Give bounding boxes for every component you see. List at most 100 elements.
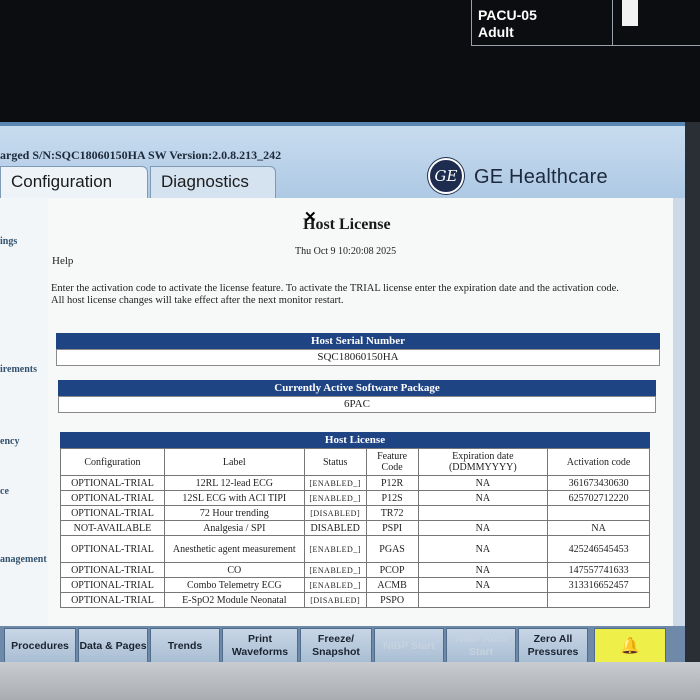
print-waveforms-button[interactable]: Print Waveforms bbox=[222, 628, 298, 664]
cell-activation-code[interactable]: 313316652457 bbox=[547, 577, 650, 593]
freeze-snapshot-button[interactable]: Freeze/ Snapshot bbox=[300, 628, 372, 664]
service-screen: arged S/N:SQC18060150HA SW Version:2.0.8… bbox=[0, 122, 685, 666]
cell-configuration: OPTIONAL-TRIAL bbox=[60, 592, 165, 608]
cell-feature-code: PCOP bbox=[365, 562, 419, 578]
cell-configuration: OPTIONAL-TRIAL bbox=[60, 490, 165, 506]
cell-label: Combo Telemetry ECG bbox=[163, 577, 305, 593]
tab-diagnostics[interactable]: Diagnostics bbox=[150, 166, 276, 198]
cell-status[interactable]: [ENABLED_] bbox=[303, 562, 367, 578]
left-nav: ings irements ency ce anagement bbox=[0, 198, 48, 626]
nibp-start-button[interactable]: NIBP Start bbox=[374, 628, 444, 664]
nav-item-frequency[interactable]: ency bbox=[0, 436, 19, 447]
host-serial-header: Host Serial Number bbox=[56, 333, 660, 349]
cell-label: CO bbox=[163, 562, 305, 578]
cell-expiration-date[interactable]: NA bbox=[417, 475, 549, 491]
nav-item-service[interactable]: ce bbox=[0, 486, 9, 497]
nav-item-settings[interactable]: ings bbox=[0, 236, 17, 247]
cell-feature-code: PGAS bbox=[365, 535, 419, 563]
cell-label: 12RL 12-lead ECG bbox=[163, 475, 305, 491]
instructions: Enter the activation code to activate th… bbox=[51, 283, 671, 307]
cell-status[interactable]: [ENABLED_] bbox=[303, 577, 367, 593]
cell-status[interactable]: [ENABLED_] bbox=[303, 535, 367, 563]
help-link[interactable]: Help bbox=[52, 255, 73, 267]
status-line: arged S/N:SQC18060150HA SW Version:2.0.8… bbox=[0, 148, 282, 162]
table-row[interactable]: OPTIONAL-TRIAL 72 Hour trending [DISABLE… bbox=[60, 505, 650, 521]
cell-configuration: OPTIONAL-TRIAL bbox=[60, 505, 165, 521]
license-table-title: Host License bbox=[60, 432, 650, 448]
alarm-silence-button[interactable]: 🔔 bbox=[594, 628, 666, 664]
cell-configuration: NOT-AVAILABLE bbox=[60, 520, 165, 536]
tab-configuration[interactable]: Configuration bbox=[0, 166, 148, 198]
cell-expiration-date[interactable]: NA bbox=[417, 535, 549, 563]
patient-unit: PACU-05 bbox=[478, 7, 537, 23]
cell-activation-code[interactable]: 625702712220 bbox=[547, 490, 650, 506]
cell-expiration-date[interactable]: NA bbox=[417, 577, 549, 593]
cell-configuration: OPTIONAL-TRIAL bbox=[60, 535, 165, 563]
cell-status[interactable]: [ENABLED_] bbox=[303, 475, 367, 491]
cell-activation-code[interactable] bbox=[547, 505, 650, 521]
monitor-bottom-body bbox=[0, 662, 700, 700]
table-row[interactable]: OPTIONAL-TRIAL Anesthetic agent measurem… bbox=[60, 535, 650, 563]
nav-item-requirements[interactable]: irements bbox=[0, 364, 37, 375]
table-row[interactable]: OPTIONAL-TRIAL E-SpO2 Module Neonatal [D… bbox=[60, 592, 650, 608]
cell-status[interactable]: [ENABLED_] bbox=[303, 490, 367, 506]
cell-label: 72 Hour trending bbox=[163, 505, 305, 521]
data-pages-button[interactable]: Data & Pages bbox=[78, 628, 148, 664]
nav-item-management[interactable]: anagement bbox=[0, 554, 47, 565]
cell-expiration-date[interactable] bbox=[417, 592, 549, 608]
cell-label: Anesthetic agent measurement bbox=[163, 535, 305, 563]
cell-status[interactable]: [DISABLED] bbox=[303, 592, 367, 608]
cell-activation-code[interactable]: 361673430630 bbox=[547, 475, 650, 491]
cell-status[interactable]: [DISABLED] bbox=[303, 505, 367, 521]
cell-configuration: OPTIONAL-TRIAL bbox=[60, 475, 165, 491]
table-row[interactable]: OPTIONAL-TRIAL Combo Telemetry ECG [ENAB… bbox=[60, 577, 650, 593]
license-table-header: Configuration Label Status Feature Code … bbox=[60, 448, 650, 476]
monitor-frame-right bbox=[685, 122, 700, 662]
cell-label: 12SL ECG with ACI TIPI bbox=[163, 490, 305, 506]
indicator-bar bbox=[622, 0, 638, 26]
instructions-line-1: Enter the activation code to activate th… bbox=[51, 283, 619, 294]
instructions-line-2: All host license changes will take effec… bbox=[51, 295, 344, 306]
zero-all-pressures-button[interactable]: Zero All Pressures bbox=[518, 628, 588, 664]
current-date: Thu Oct 9 10:20:08 2025 bbox=[295, 246, 397, 257]
cell-configuration: OPTIONAL-TRIAL bbox=[60, 562, 165, 578]
software-package-value: 6PAC bbox=[58, 396, 656, 413]
col-activation-code: Activation code bbox=[547, 448, 650, 476]
cell-status: DISABLED bbox=[303, 520, 367, 536]
cell-feature-code: PSPO bbox=[365, 592, 419, 608]
cell-expiration-date[interactable]: NA bbox=[417, 562, 549, 578]
cell-expiration-date: NA bbox=[417, 520, 549, 536]
table-row[interactable]: OPTIONAL-TRIAL CO [ENABLED_] PCOP NA 147… bbox=[60, 562, 650, 578]
host-serial-value: SQC18060150HA bbox=[56, 349, 660, 366]
cell-feature-code: P12R bbox=[365, 475, 419, 491]
cell-expiration-date[interactable] bbox=[417, 505, 549, 521]
mouse-cursor-icon: ✕ bbox=[304, 209, 317, 226]
alarm-bell-icon: 🔔 bbox=[620, 637, 640, 655]
brand-name: GE Healthcare bbox=[474, 166, 608, 188]
nibp-auto-start-button[interactable]: NIBP Auto Start bbox=[446, 628, 516, 664]
ge-logo-icon: GE bbox=[428, 158, 464, 194]
cell-expiration-date[interactable]: NA bbox=[417, 490, 549, 506]
trends-button[interactable]: Trends bbox=[150, 628, 220, 664]
header-strip: arged S/N:SQC18060150HA SW Version:2.0.8… bbox=[0, 126, 685, 198]
cell-activation-code: NA bbox=[547, 520, 650, 536]
table-row[interactable]: NOT-AVAILABLE Analgesia / SPI DISABLED P… bbox=[60, 520, 650, 536]
col-configuration: Configuration bbox=[60, 448, 165, 476]
content-panel: Host License ✕ Thu Oct 9 10:20:08 2025 H… bbox=[48, 198, 673, 626]
patient-info-box[interactable]: PACU-05 Adult bbox=[471, 0, 613, 46]
col-expiration-date: Expiration date (DDMMYYYY) bbox=[417, 448, 549, 476]
cell-activation-code[interactable]: 147557741633 bbox=[547, 562, 650, 578]
cell-activation-code[interactable] bbox=[547, 592, 650, 608]
col-label: Label bbox=[163, 448, 305, 476]
license-table: Configuration Label Status Feature Code … bbox=[60, 448, 650, 608]
cell-label: Analgesia / SPI bbox=[163, 520, 305, 536]
col-feature-code: Feature Code bbox=[365, 448, 419, 476]
software-package-header: Currently Active Software Package bbox=[58, 380, 656, 396]
table-row[interactable]: OPTIONAL-TRIAL 12RL 12-lead ECG [ENABLED… bbox=[60, 475, 650, 491]
procedures-button[interactable]: Procedures bbox=[4, 628, 76, 664]
cell-feature-code: PSPI bbox=[365, 520, 419, 536]
cell-feature-code: TR72 bbox=[365, 505, 419, 521]
patient-category: Adult bbox=[478, 24, 514, 40]
cell-activation-code[interactable]: 425246545453 bbox=[547, 535, 650, 563]
table-row[interactable]: OPTIONAL-TRIAL 12SL ECG with ACI TIPI [E… bbox=[60, 490, 650, 506]
